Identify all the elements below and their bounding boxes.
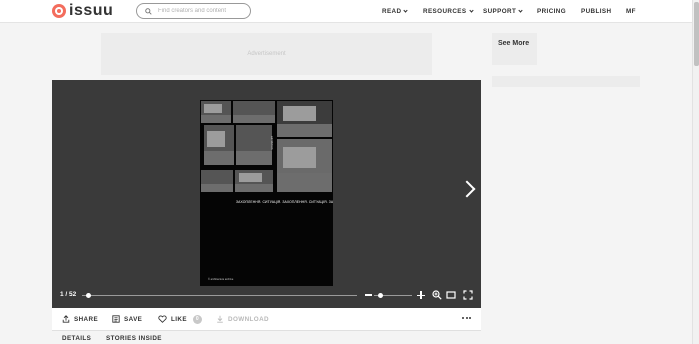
- advertisement-slot: Advertisement: [101, 33, 432, 75]
- like-button[interactable]: LIKE 0: [158, 308, 202, 330]
- page-photo: [277, 101, 332, 137]
- document-page[interactable]: EXHIBITION ЗАХОПЛЕННЯ. СИТУАЦІЯ. ЗАХОПЛЕ…: [200, 100, 333, 286]
- page-progress-slider[interactable]: [82, 293, 357, 298]
- page-photo: [277, 139, 332, 192]
- page-photo: [204, 125, 234, 165]
- magnifier-zoom-icon[interactable]: [432, 290, 442, 300]
- page-photo: [201, 170, 233, 192]
- search-box[interactable]: [136, 3, 251, 19]
- nav-support-label: SUPPORT: [483, 8, 517, 15]
- dot: [469, 317, 471, 319]
- progress-knob[interactable]: [85, 293, 91, 298]
- page-caption: ЗАХОПЛЕННЯ. СИТУАЦІЯ. ЗАХОПЛЕННЯ. СИТУАЦ…: [236, 200, 333, 204]
- share-icon: [62, 315, 70, 323]
- next-page-icon[interactable]: [458, 180, 476, 198]
- tab-details[interactable]: DETAILS: [62, 335, 91, 342]
- zoom-in-icon[interactable]: [417, 291, 425, 299]
- search-icon: [145, 7, 152, 15]
- nav-read-label: READ: [382, 8, 402, 15]
- nav-publish[interactable]: PUBLISH: [581, 0, 611, 23]
- reader-controls: 1 / 52: [52, 288, 481, 303]
- chevron-down-icon: [468, 8, 474, 13]
- download-icon: [217, 315, 223, 323]
- zoom-out-icon[interactable]: [365, 294, 372, 296]
- issuu-logo[interactable]: issuu: [52, 3, 113, 19]
- document-tabs: DETAILS STORIES INSIDE: [52, 330, 481, 344]
- page-photo: [235, 170, 273, 192]
- chevron-down-icon: [518, 8, 523, 13]
- dot: [465, 317, 468, 319]
- download-label: DOWNLOAD: [228, 315, 269, 323]
- like-count-badge: 0: [192, 314, 202, 324]
- save-label: SAVE: [124, 315, 143, 323]
- chevron-down-icon: [403, 8, 409, 13]
- download-button[interactable]: DOWNLOAD: [216, 308, 269, 330]
- dot: [462, 317, 464, 319]
- user-initials: MF: [626, 8, 636, 15]
- nav-resources-label: RESOURCES: [423, 8, 467, 15]
- save-icon: [112, 315, 120, 323]
- search-input[interactable]: [158, 8, 248, 14]
- like-label: LIKE: [171, 315, 187, 323]
- page-photo: [236, 125, 272, 165]
- sidebar-placeholder: [492, 76, 640, 87]
- more-options-icon[interactable]: [462, 317, 471, 319]
- nav-support[interactable]: SUPPORT: [483, 0, 523, 23]
- heart-icon: [158, 315, 167, 323]
- issuu-logo-icon: [52, 4, 66, 18]
- nav-publish-label: PUBLISH: [581, 8, 612, 15]
- see-more-heading: See More: [492, 33, 537, 65]
- document-action-toolbar: SHARE SAVE LIKE 0 DOWNLOAD: [52, 308, 481, 330]
- page-footnote: © architecture archive: [208, 278, 234, 281]
- page-vertical-text: EXHIBITION: [270, 136, 273, 150]
- save-button[interactable]: SAVE: [112, 308, 142, 330]
- top-navigation-bar: issuu READ RESOURCES SUPPORT PRICING PUB…: [0, 0, 692, 23]
- nav-read[interactable]: READ: [382, 0, 409, 23]
- nav-pricing-label: PRICING: [537, 8, 567, 15]
- scrollbar-thumb[interactable]: [694, 2, 699, 66]
- nav-resources[interactable]: RESOURCES: [423, 0, 474, 23]
- user-menu[interactable]: MF: [626, 0, 636, 23]
- tab-stories-inside[interactable]: STORIES INSIDE: [106, 335, 162, 342]
- advertisement-label: Advertisement: [247, 51, 286, 57]
- fullscreen-icon[interactable]: [463, 290, 473, 300]
- single-page-view-icon[interactable]: [446, 290, 456, 300]
- share-label: SHARE: [74, 315, 99, 323]
- page-photo: [201, 101, 231, 123]
- page-photo: [233, 101, 275, 123]
- nav-pricing[interactable]: PRICING: [537, 0, 566, 23]
- document-reader[interactable]: EXHIBITION ЗАХОПЛЕННЯ. СИТУАЦІЯ. ЗАХОПЛЕ…: [52, 80, 481, 308]
- zoom-knob[interactable]: [377, 293, 383, 298]
- share-button[interactable]: SHARE: [62, 308, 98, 330]
- page-indicator: 1 / 52: [60, 291, 77, 298]
- logo-text: issuu: [69, 2, 114, 19]
- page-scrollbar[interactable]: [692, 0, 699, 344]
